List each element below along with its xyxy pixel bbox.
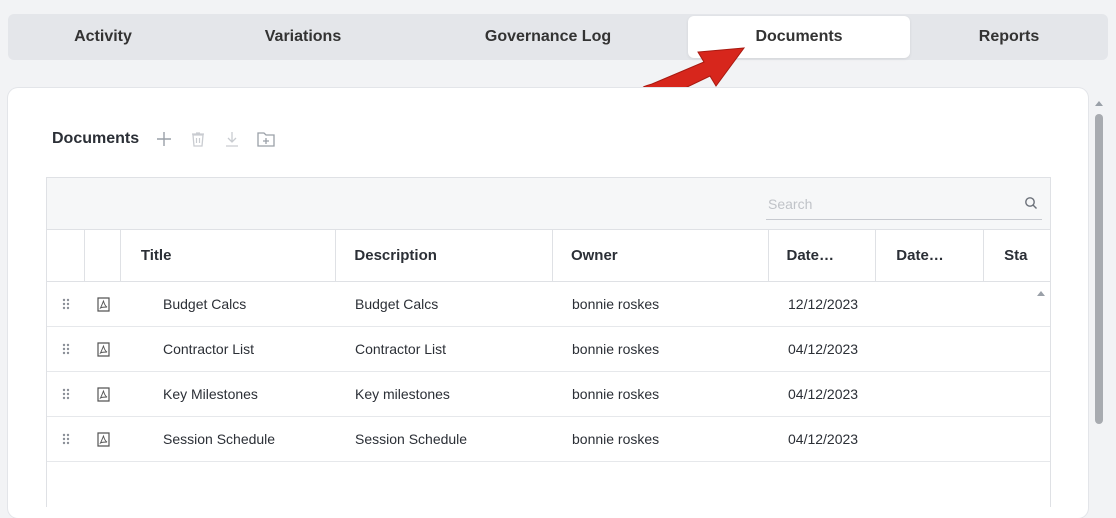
icon-column-header xyxy=(85,230,121,281)
column-header-title[interactable]: Title xyxy=(121,230,337,281)
scroll-up-icon[interactable] xyxy=(1031,284,1051,300)
grid-toolbar xyxy=(47,178,1050,230)
documents-title: Documents xyxy=(52,130,140,147)
table-row[interactable]: Contractor List Contractor List bonnie r… xyxy=(47,327,1050,372)
pdf-file-icon xyxy=(85,417,121,461)
search-input[interactable] xyxy=(766,195,1016,212)
grid-scrollbar[interactable] xyxy=(1031,284,1051,504)
column-header-status[interactable]: Sta xyxy=(984,230,1050,281)
column-header-date-1[interactable]: Date… xyxy=(769,230,877,281)
scrollbar-thumb[interactable] xyxy=(1095,114,1103,424)
cell-owner: bonnie roskes xyxy=(572,431,660,447)
page-scrollbar[interactable] xyxy=(1092,96,1106,516)
cell-date: 12/12/2023 xyxy=(788,296,859,312)
pdf-file-icon xyxy=(85,372,121,416)
column-header-date-2[interactable]: Date… xyxy=(876,230,985,281)
tab-variations[interactable]: Variations xyxy=(198,16,408,58)
add-folder-icon[interactable] xyxy=(255,128,277,150)
grid-header-row: Title Description Owner Date… Date… Sta xyxy=(47,230,1050,282)
cell-description: Budget Calcs xyxy=(355,296,439,312)
search-icon[interactable] xyxy=(1024,196,1038,215)
cell-date: 04/12/2023 xyxy=(788,386,859,402)
cell-title: Budget Calcs xyxy=(163,296,247,312)
tab-reports[interactable]: Reports xyxy=(910,16,1108,58)
documents-grid: Title Description Owner Date… Date… Sta … xyxy=(46,177,1051,507)
cell-owner: bonnie roskes xyxy=(572,341,660,357)
drag-handle-icon[interactable] xyxy=(47,417,85,461)
table-row[interactable]: Key Milestones Key milestones bonnie ros… xyxy=(47,372,1050,417)
cell-owner: bonnie roskes xyxy=(572,296,660,312)
cell-description: Contractor List xyxy=(355,341,447,357)
tab-activity[interactable]: Activity xyxy=(8,16,198,58)
drag-handle-icon[interactable] xyxy=(47,282,85,326)
pdf-file-icon xyxy=(85,282,121,326)
drag-handle-icon[interactable] xyxy=(47,372,85,416)
table-row[interactable]: Session Schedule Session Schedule bonnie… xyxy=(47,417,1050,462)
cell-title: Contractor List xyxy=(163,341,255,357)
documents-header: Documents xyxy=(52,126,289,152)
column-header-owner[interactable]: Owner xyxy=(553,230,769,281)
table-row[interactable]: Budget Calcs Budget Calcs bonnie roskes … xyxy=(47,282,1050,327)
cell-title: Session Schedule xyxy=(163,431,276,447)
drag-handle-icon[interactable] xyxy=(47,327,85,371)
tab-bar: Activity Variations Governance Log Docum… xyxy=(8,14,1108,60)
search-box xyxy=(766,188,1042,220)
cell-owner: bonnie roskes xyxy=(572,386,660,402)
delete-icon[interactable] xyxy=(187,128,209,150)
add-icon[interactable] xyxy=(153,128,175,150)
cell-description: Key milestones xyxy=(355,386,450,402)
cell-date: 04/12/2023 xyxy=(788,341,859,357)
cell-description: Session Schedule xyxy=(355,431,468,447)
download-icon[interactable] xyxy=(221,128,243,150)
cell-title: Key Milestones xyxy=(163,386,258,402)
column-header-description[interactable]: Description xyxy=(336,230,553,281)
page-scroll-up-icon[interactable] xyxy=(1092,97,1106,109)
cell-date: 04/12/2023 xyxy=(788,431,859,447)
drag-column-header xyxy=(47,230,85,281)
pdf-file-icon xyxy=(85,327,121,371)
